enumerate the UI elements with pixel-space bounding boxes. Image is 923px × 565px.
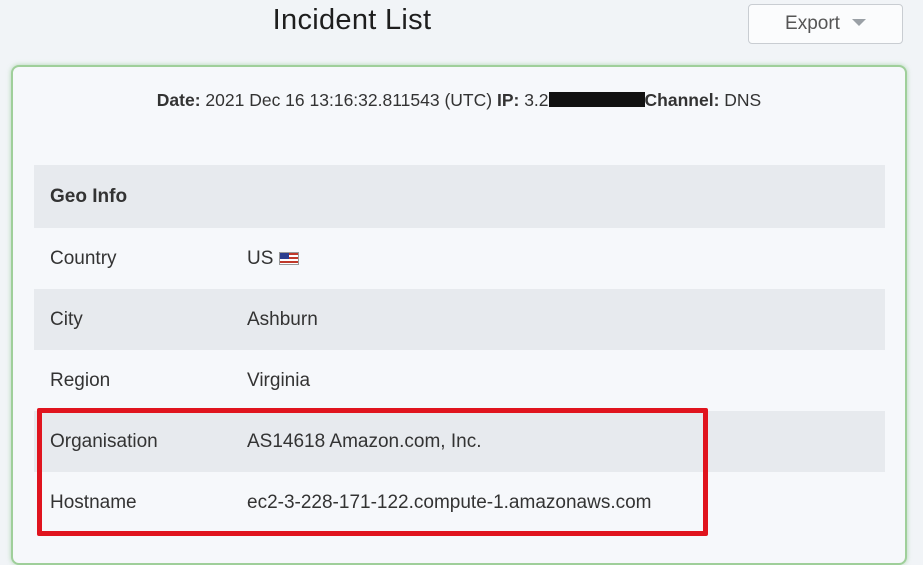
section-title: Geo Info [50, 185, 128, 207]
table-row-city: City Ashburn [34, 289, 885, 350]
row-value: AS14618 Amazon.com, Inc. [247, 430, 482, 452]
country-value: US [247, 247, 274, 269]
table-row-region: Region Virginia [34, 350, 885, 411]
row-value: ec2-3-228-171-122.compute-1.amazonaws.co… [247, 491, 652, 513]
us-flag-icon [279, 252, 300, 265]
ip-value: 3.2 [524, 90, 549, 110]
row-label: Hostname [50, 491, 137, 513]
export-button[interactable]: Export [748, 4, 903, 44]
row-label: Organisation [50, 430, 158, 452]
date-value: 2021 Dec 16 13:16:32.811543 (UTC) [205, 90, 493, 110]
table-row-organisation: Organisation AS14618 Amazon.com, Inc. [34, 411, 885, 472]
export-button-label: Export [785, 13, 840, 34]
channel-label: Channel: [644, 90, 720, 110]
page-title: Incident List [272, 4, 432, 36]
row-value: US [247, 248, 885, 270]
incident-meta-line: Date: 2021 Dec 16 13:16:32.811543 (UTC) … [13, 90, 905, 111]
row-label: Region [50, 369, 111, 391]
incident-detail-card: Date: 2021 Dec 16 13:16:32.811543 (UTC) … [11, 65, 907, 565]
geo-info-table: Geo Info Country US City Ashburn Region … [34, 165, 885, 533]
row-value: Ashburn [247, 308, 318, 330]
date-label: Date: [156, 90, 201, 110]
redaction-bar [548, 92, 645, 107]
table-row-hostname: Hostname ec2-3-228-171-122.compute-1.ama… [34, 472, 885, 533]
table-row-country: Country US [34, 228, 885, 289]
ip-label: IP: [496, 90, 520, 110]
row-label: Country [50, 247, 117, 269]
row-value: Virginia [247, 369, 311, 391]
geo-info-header: Geo Info [34, 165, 885, 228]
row-label: City [50, 308, 83, 330]
channel-value: DNS [724, 90, 762, 110]
chevron-down-icon [851, 18, 866, 26]
